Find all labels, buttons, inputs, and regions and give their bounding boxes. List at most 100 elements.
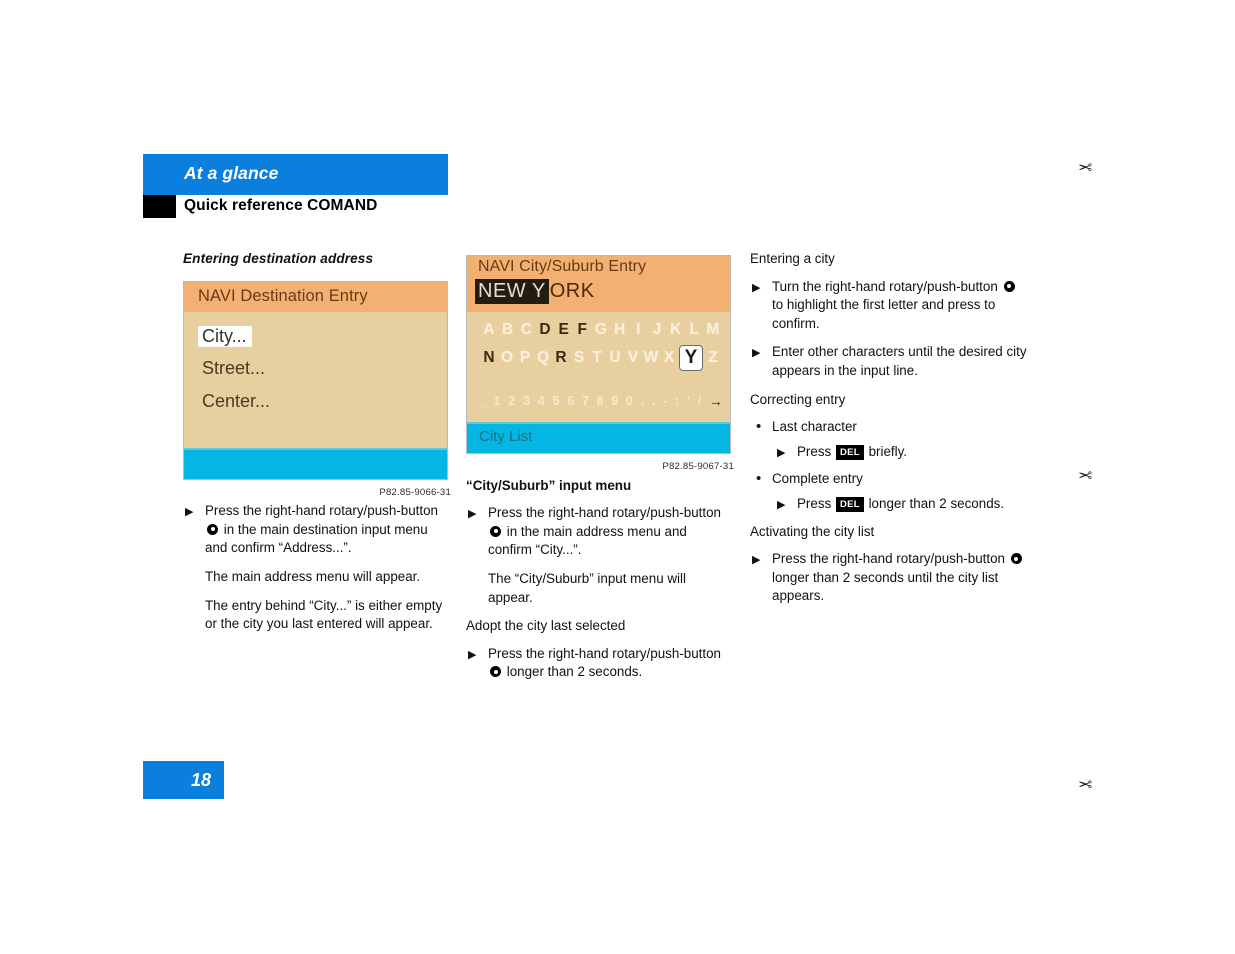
- step-triangle-icon: ▶: [777, 498, 786, 511]
- keyboard-key-n[interactable]: N: [481, 349, 497, 368]
- keyboard-key-o[interactable]: O: [499, 349, 515, 368]
- instruction-note: The main address menu will appear.: [205, 568, 421, 584]
- keyboard-key-j[interactable]: J: [649, 321, 665, 340]
- substep-text: Press DEL briefly.: [797, 443, 908, 461]
- step-text: Press the right-hand rotary/push-button …: [488, 505, 721, 558]
- keyboard-key-d[interactable]: D: [537, 321, 553, 340]
- number-symbol-row[interactable]: _ 1 2 3 4 5 6 7 8 9 0,. -; ' / →: [479, 392, 723, 411]
- keyboard-key-m[interactable]: M: [705, 321, 721, 340]
- number-key-11[interactable]: ,: [641, 392, 644, 411]
- rotary-push-button-icon: [207, 523, 218, 535]
- input-line-remainder: ORK: [549, 280, 595, 302]
- step-triangle-icon: ▶: [185, 506, 194, 519]
- step-triangle-icon: ▶: [468, 508, 477, 521]
- step-text: Press the right-hand rotary/push-button …: [772, 551, 1024, 603]
- keyboard-key-t[interactable]: T: [589, 349, 605, 368]
- screen-bottom-bar[interactable]: City List: [467, 422, 730, 453]
- keyboard-key-v[interactable]: V: [625, 349, 641, 368]
- input-line-highlighted: NEW Y: [475, 279, 549, 304]
- bullet-dot-icon: •: [756, 470, 762, 488]
- rotary-push-button-icon: [490, 525, 501, 537]
- column-middle: NAVI City/Suburb Entry NEW Y ORK ABCDEFGH…: [466, 255, 734, 692]
- keyboard-key-l[interactable]: L: [686, 321, 702, 340]
- screen-bottom-bar: [184, 447, 447, 479]
- keyboard-key-s[interactable]: S: [571, 349, 587, 368]
- number-key-3[interactable]: 3: [523, 392, 530, 411]
- keyboard-key-h[interactable]: H: [612, 321, 628, 340]
- instruction-note: The entry behind “City...” is either emp…: [205, 597, 443, 632]
- number-key-1[interactable]: 1: [494, 392, 501, 411]
- instruction-step: ▶ Turn the right-hand rotary/push-button …: [750, 278, 1030, 334]
- number-key-13[interactable]: -: [663, 392, 667, 411]
- keyboard-key-a[interactable]: A: [481, 321, 497, 340]
- rotary-push-button-icon: [1003, 280, 1015, 292]
- menu-item-city[interactable]: City...: [198, 325, 252, 348]
- comand-screen-city-suburb: NAVI City/Suburb Entry NEW Y ORK ABCDEFGH…: [466, 255, 731, 454]
- keyboard-key-z[interactable]: Z: [705, 349, 721, 368]
- chapter-header-band: At a glance: [143, 154, 448, 195]
- number-key-4[interactable]: 4: [538, 392, 545, 411]
- keyboard-row: NOPQRSTUVWXYZ: [479, 344, 723, 372]
- menu-item-center[interactable]: Center...: [198, 391, 275, 413]
- keyboard-key-x[interactable]: X: [661, 349, 677, 368]
- arrow-right-icon[interactable]: →: [709, 392, 723, 411]
- scissors-mark-icon: ✂: [1078, 157, 1093, 176]
- step-text: Turn the right-hand rotary/push-button t…: [772, 279, 1017, 331]
- section-header-row: Quick reference COMAND: [143, 195, 448, 219]
- number-key-6[interactable]: 6: [567, 392, 574, 411]
- keyboard-key-b[interactable]: B: [500, 321, 516, 340]
- left-column-heading: Entering destination address: [183, 251, 374, 266]
- page-number-box: 18: [143, 761, 224, 799]
- del-key-icon: DEL: [835, 497, 864, 513]
- instruction-step: ▶ Press the right-hand rotary/push-button…: [466, 645, 734, 682]
- instruction-substep: ▶ Press DEL briefly.: [750, 443, 1030, 462]
- bullet-item: • Complete entry: [750, 470, 1030, 489]
- instruction-step: ▶ Press the right-hand rotary/push-button…: [183, 502, 451, 558]
- scissors-mark-icon: ✂: [1078, 774, 1093, 793]
- keyboard-key-p[interactable]: P: [517, 349, 533, 368]
- number-key-14[interactable]: ;: [675, 392, 679, 411]
- instruction-step: ▶ Enter other characters until the desire…: [750, 343, 1030, 380]
- page-number: 18: [190, 770, 211, 790]
- keyboard-key-k[interactable]: K: [668, 321, 684, 340]
- sub-heading: Adopt the city last selected: [466, 618, 626, 634]
- bullet-text: Last character: [772, 419, 857, 435]
- step-text: Enter other characters until the desired…: [772, 344, 1027, 378]
- figure-caption: P82.85-9067-31: [662, 461, 734, 472]
- right-column-steps: Entering a city ▶ Turn the right-hand rota…: [750, 250, 1030, 606]
- column-right: Entering a city ▶ Turn the right-hand rota…: [750, 250, 1030, 616]
- alphabet-keyboard[interactable]: ABCDEFGHIJKLMNOPQRSTUVWXYZ: [479, 316, 723, 372]
- number-key-9[interactable]: 9: [611, 392, 618, 411]
- keyboard-row: ABCDEFGHIJKLM: [479, 316, 723, 344]
- keyboard-key-i[interactable]: I: [630, 321, 646, 340]
- number-key-16[interactable]: /: [698, 392, 701, 411]
- keyboard-key-u[interactable]: U: [607, 349, 623, 368]
- keyboard-key-w[interactable]: W: [643, 349, 659, 368]
- step-triangle-icon: ▶: [752, 554, 761, 567]
- middle-column-heading: “City/Suburb” input menu: [466, 477, 632, 493]
- keyboard-key-q[interactable]: Q: [535, 349, 551, 368]
- keyboard-key-e[interactable]: E: [556, 321, 572, 340]
- keyboard-key-c[interactable]: C: [518, 321, 534, 340]
- step-text: Press the right-hand rotary/push-button …: [205, 503, 438, 556]
- instruction-step: ▶ Press the right-hand rotary/push-button…: [466, 504, 734, 560]
- number-key-0[interactable]: _: [479, 392, 486, 411]
- number-key-2[interactable]: 2: [508, 392, 515, 411]
- number-key-5[interactable]: 5: [552, 392, 559, 411]
- number-key-8[interactable]: 8: [597, 392, 604, 411]
- menu-item-street[interactable]: Street...: [198, 358, 270, 380]
- scissors-mark-icon: ✂: [1078, 465, 1093, 484]
- step-text: Press the right-hand rotary/push-button …: [488, 645, 721, 680]
- comand-screen-destination: NAVI Destination Entry City... Street...…: [183, 280, 448, 480]
- keyboard-key-r[interactable]: R: [553, 349, 569, 368]
- substep-text: Press DEL longer than 2 seconds.: [797, 495, 1005, 513]
- number-key-15[interactable]: ': [687, 392, 690, 411]
- number-key-7[interactable]: 7: [582, 392, 589, 411]
- keyboard-key-g[interactable]: G: [593, 321, 609, 340]
- del-key-icon: DEL: [835, 445, 864, 461]
- number-key-10[interactable]: 0: [626, 392, 633, 411]
- keyboard-key-y[interactable]: Y: [679, 345, 703, 371]
- number-key-12[interactable]: .: [652, 392, 655, 411]
- keyboard-key-f[interactable]: F: [574, 321, 590, 340]
- step-triangle-icon: ▶: [777, 446, 786, 459]
